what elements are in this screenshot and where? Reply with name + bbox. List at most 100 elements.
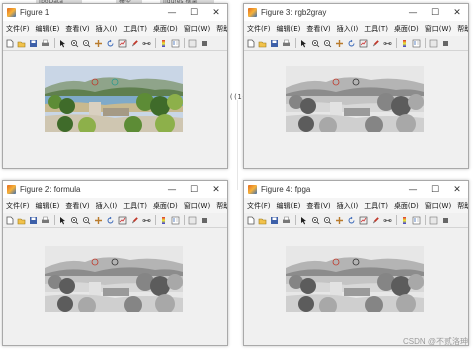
menu-item[interactable]: 编辑(E) [277,24,301,34]
hide-plot-icon[interactable] [429,39,438,48]
menu-item[interactable]: 帮助(H) [457,24,468,34]
close-button[interactable]: ✕ [446,181,468,198]
new-file-icon[interactable] [5,39,14,48]
figure-window-2[interactable]: Figure 2: formula — ☐ ✕ 文件(F) 编辑(E) 查看(V) 插… [2,180,228,346]
menu-item[interactable]: 桌面(D) [153,201,178,211]
brush-icon[interactable] [130,39,139,48]
maximize-button[interactable]: ☐ [424,181,446,198]
link-icon[interactable] [383,216,392,225]
menu-item[interactable]: 窗口(W) [425,201,451,211]
minimize-button[interactable]: — [402,181,424,198]
window-titlebar[interactable]: Figure 1 — ☐ ✕ [3,4,227,21]
menu-item[interactable]: 工具(T) [364,24,388,34]
menu-item[interactable]: 查看(V) [65,24,89,34]
legend-icon[interactable] [412,39,421,48]
hide-plot-icon[interactable] [188,39,197,48]
zoom-in-icon[interactable] [70,216,79,225]
figure-window-4[interactable]: Figure 4: fpga — ☐ ✕ 文件(F) 编辑(E) 查看(V) 插入(I… [243,180,469,346]
colorbar-icon[interactable] [159,216,168,225]
data-cursor-icon[interactable] [359,39,368,48]
legend-icon[interactable] [171,39,180,48]
menu-item[interactable]: 插入(I) [337,24,359,34]
minimize-button[interactable]: — [161,4,183,21]
pan-icon[interactable] [335,216,344,225]
menu-item[interactable]: 窗口(W) [184,201,210,211]
close-button[interactable]: ✕ [205,4,227,21]
colorbar-icon[interactable] [400,216,409,225]
zoom-in-icon[interactable] [311,216,320,225]
show-plot-icon[interactable] [200,216,209,225]
menu-item[interactable]: 工具(T) [364,201,388,211]
brush-icon[interactable] [371,216,380,225]
maximize-button[interactable]: ☐ [183,4,205,21]
link-icon[interactable] [383,39,392,48]
link-icon[interactable] [142,216,151,225]
print-icon[interactable] [282,216,291,225]
figure-canvas[interactable] [244,51,468,168]
figure-canvas[interactable] [3,228,227,345]
open-folder-icon[interactable] [258,39,267,48]
close-button[interactable]: ✕ [205,181,227,198]
menu-item[interactable]: 文件(F) [247,24,271,34]
save-icon[interactable] [270,39,279,48]
menu-item[interactable]: 插入(I) [96,24,118,34]
data-cursor-icon[interactable] [359,216,368,225]
menu-item[interactable]: 编辑(E) [36,24,60,34]
figure-canvas[interactable] [244,228,468,345]
brush-icon[interactable] [130,216,139,225]
zoom-out-icon[interactable] [323,216,332,225]
menu-item[interactable]: 桌面(D) [394,201,419,211]
menu-item[interactable]: 插入(I) [337,201,359,211]
figure-window-3[interactable]: Figure 3: rgb2gray — ☐ ✕ 文件(F) 编辑(E) 查看(V)… [243,3,469,169]
zoom-in-icon[interactable] [311,39,320,48]
link-icon[interactable] [142,39,151,48]
menu-item[interactable]: 窗口(W) [425,24,451,34]
menu-item[interactable]: 查看(V) [65,201,89,211]
menu-item[interactable]: 桌面(D) [394,24,419,34]
menu-item[interactable]: 帮助(H) [216,201,227,211]
menu-item[interactable]: 桌面(D) [153,24,178,34]
menu-item[interactable]: 工具(T) [123,201,147,211]
pointer-icon[interactable] [299,216,308,225]
minimize-button[interactable]: — [402,4,424,21]
minimize-button[interactable]: — [161,181,183,198]
pan-icon[interactable] [335,39,344,48]
colorbar-icon[interactable] [159,39,168,48]
open-folder-icon[interactable] [17,39,26,48]
zoom-out-icon[interactable] [323,39,332,48]
open-folder-icon[interactable] [258,216,267,225]
menu-item[interactable]: 编辑(E) [277,201,301,211]
show-plot-icon[interactable] [441,39,450,48]
menu-item[interactable]: 查看(V) [306,24,330,34]
menu-item[interactable]: 窗口(W) [184,24,210,34]
rotate-icon[interactable] [347,39,356,48]
zoom-out-icon[interactable] [82,39,91,48]
data-cursor-icon[interactable] [118,216,127,225]
menu-item[interactable]: 查看(V) [306,201,330,211]
show-plot-icon[interactable] [441,216,450,225]
print-icon[interactable] [41,39,50,48]
pan-icon[interactable] [94,39,103,48]
rotate-icon[interactable] [347,216,356,225]
new-file-icon[interactable] [246,39,255,48]
pointer-icon[interactable] [58,216,67,225]
legend-icon[interactable] [171,216,180,225]
menu-item[interactable]: 文件(F) [6,24,30,34]
pointer-icon[interactable] [299,39,308,48]
pan-icon[interactable] [94,216,103,225]
save-icon[interactable] [270,216,279,225]
save-icon[interactable] [29,39,38,48]
window-titlebar[interactable]: Figure 2: formula — ☐ ✕ [3,181,227,198]
figure-window-1[interactable]: Figure 1 — ☐ ✕ 文件(F) 编辑(E) 查看(V) 插入(I) 工具(T)… [2,3,228,169]
new-file-icon[interactable] [5,216,14,225]
menu-item[interactable]: 文件(F) [247,201,271,211]
zoom-in-icon[interactable] [70,39,79,48]
maximize-button[interactable]: ☐ [183,181,205,198]
colorbar-icon[interactable] [400,39,409,48]
menu-item[interactable]: 编辑(E) [36,201,60,211]
data-cursor-icon[interactable] [118,39,127,48]
window-titlebar[interactable]: Figure 4: fpga — ☐ ✕ [244,181,468,198]
hide-plot-icon[interactable] [429,216,438,225]
menu-item[interactable]: 工具(T) [123,24,147,34]
hide-plot-icon[interactable] [188,216,197,225]
